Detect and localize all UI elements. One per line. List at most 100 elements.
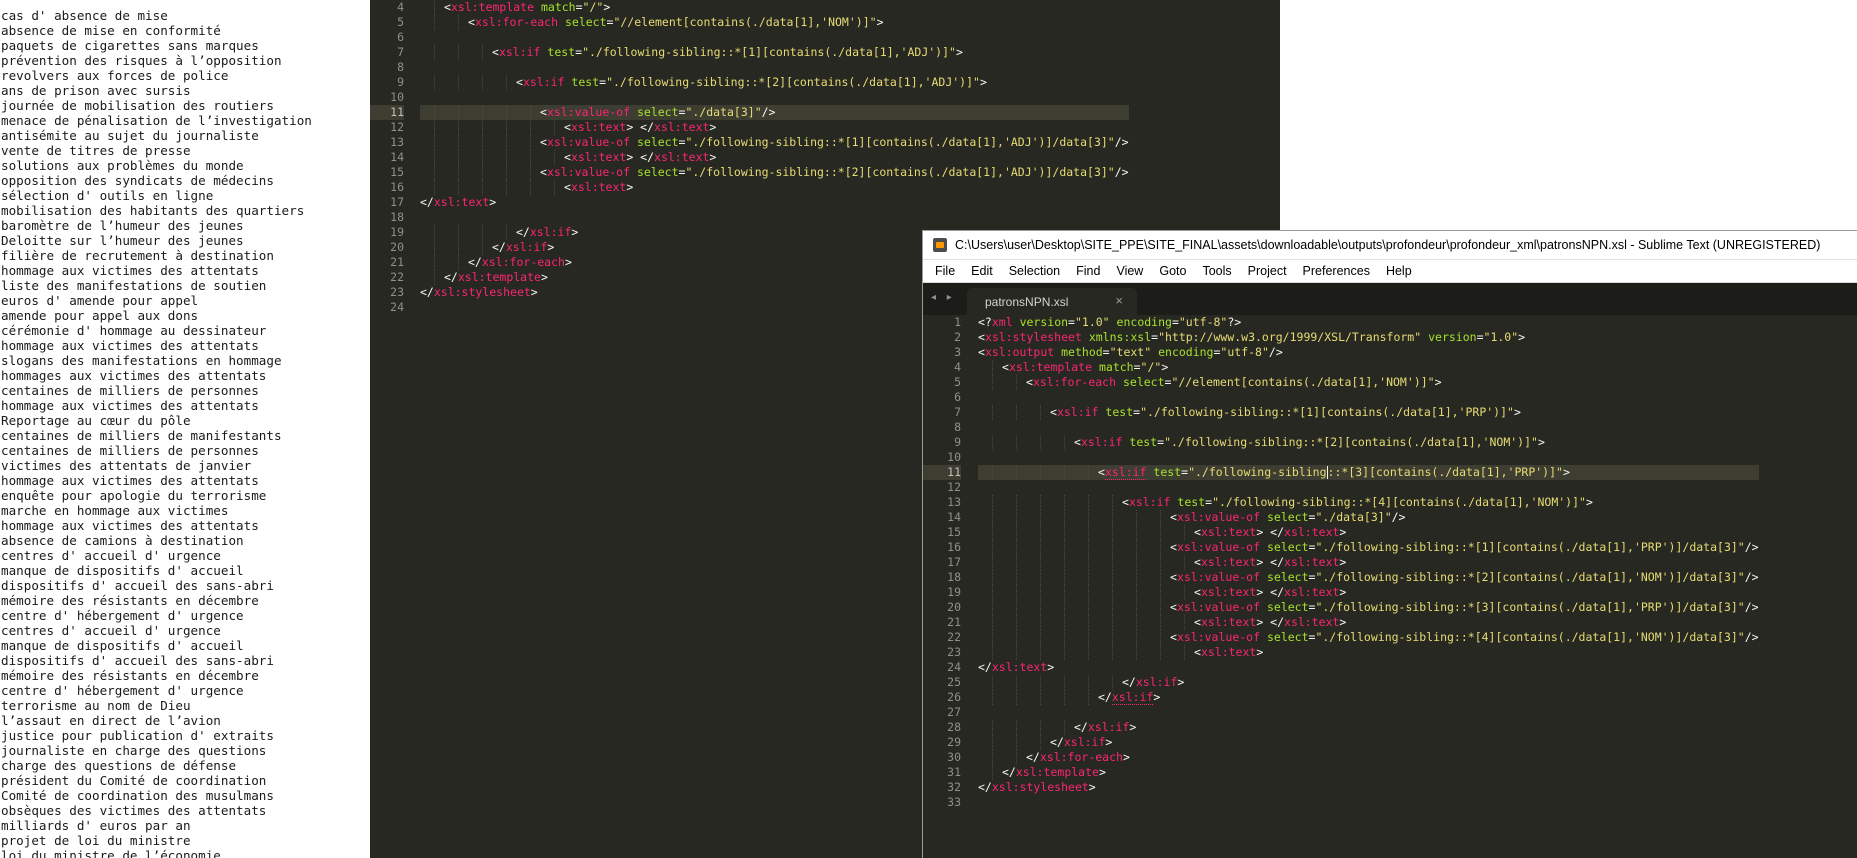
menu-preferences[interactable]: Preferences — [1295, 264, 1378, 278]
indent-guide — [482, 75, 483, 90]
menu-find[interactable]: Find — [1068, 264, 1108, 278]
menu-goto[interactable]: Goto — [1151, 264, 1194, 278]
indent-guide — [1064, 465, 1065, 480]
indent-guide — [1016, 525, 1017, 540]
code-line[interactable] — [420, 30, 1129, 45]
code-area[interactable]: <?xml version="1.0" encoding="utf-8"?> <x… — [978, 315, 1759, 810]
code-line[interactable]: <xsl:value-of select="./following-siblin… — [978, 570, 1759, 585]
code-line[interactable]: </xsl:if> — [978, 735, 1759, 750]
code-line[interactable]: <xsl:if test="./following-sibling::*[4][… — [978, 495, 1759, 510]
indent-guide — [1040, 630, 1041, 645]
code-token: xsl:if — [1087, 720, 1130, 734]
indent-guide — [992, 675, 993, 690]
menu-tools[interactable]: Tools — [1194, 264, 1239, 278]
code-line[interactable]: <xsl:if test="./following-sibling::*[2][… — [420, 75, 1129, 90]
code-line[interactable]: <xsl:text> </xsl:text> — [978, 555, 1759, 570]
code-line[interactable]: <xsl:text> — [420, 180, 1129, 195]
code-line[interactable]: </xsl:text> — [420, 195, 1129, 210]
output-line: journée de mobilisation des routiers — [1, 98, 274, 113]
code-line[interactable]: </xsl:template> — [978, 765, 1759, 780]
code-line[interactable]: <xsl:value-of select="./following-siblin… — [978, 540, 1759, 555]
code-line[interactable] — [978, 795, 1759, 810]
code-line[interactable]: </xsl:for-each> — [978, 750, 1759, 765]
code-line[interactable]: </xsl:if> — [978, 690, 1759, 705]
code-line[interactable]: <xsl:for-each select="//element[contains… — [978, 375, 1759, 390]
code-line[interactable] — [978, 705, 1759, 720]
indent-guide — [992, 510, 993, 525]
output-line: terrorisme au nom de Dieu — [1, 698, 191, 713]
menu-project[interactable]: Project — [1240, 264, 1295, 278]
code-line[interactable]: <xsl:text> </xsl:text> — [420, 120, 1129, 135]
code-token: select — [1266, 510, 1309, 524]
code-line[interactable] — [978, 450, 1759, 465]
code-line[interactable] — [978, 480, 1759, 495]
code-line[interactable]: <xsl:if test="./following-sibling::*[1][… — [978, 405, 1759, 420]
code-token: xsl:value-of — [1176, 510, 1261, 524]
code-line[interactable]: </xsl:if> — [978, 720, 1759, 735]
menu-selection[interactable]: Selection — [1001, 264, 1068, 278]
code-line[interactable]: <xsl:text> — [978, 645, 1759, 660]
code-token: /> — [1744, 630, 1759, 644]
menu-view[interactable]: View — [1108, 264, 1151, 278]
code-token: > — [564, 255, 572, 269]
code-line[interactable]: <xsl:text> </xsl:text> — [978, 615, 1759, 630]
code-line[interactable]: </xsl:stylesheet> — [978, 780, 1759, 795]
code-line[interactable]: <xsl:value-of select="./following-siblin… — [978, 630, 1759, 645]
code-line[interactable]: <xsl:value-of select="./data[3]"/> — [420, 105, 1129, 120]
sublime-window[interactable]: C:\Users\user\Desktop\SITE_PPE\SITE_FINA… — [922, 230, 1857, 858]
code-line[interactable]: <xsl:template match="/"> — [420, 0, 1129, 15]
code-token: > — [709, 150, 717, 164]
indent-guide — [506, 135, 507, 150]
indent-guide — [1160, 645, 1161, 660]
code-line[interactable]: <xsl:stylesheet xmlns:xsl = "http://www.w3… — [978, 330, 1759, 345]
code-line[interactable]: <?xml version="1.0" encoding="utf-8"?> — [978, 315, 1759, 330]
code-line[interactable] — [420, 210, 1129, 225]
code-line[interactable]: <xsl:template match="/"> — [978, 360, 1759, 375]
code-token: < — [1074, 435, 1081, 449]
code-line[interactable]: <xsl:value-of select="./following-siblin… — [978, 600, 1759, 615]
menu-edit[interactable]: Edit — [963, 264, 1001, 278]
code-line[interactable]: <xsl:if test="./following-sibling::*[1][… — [420, 45, 1129, 60]
title-bar[interactable]: C:\Users\user\Desktop\SITE_PPE\SITE_FINA… — [923, 231, 1857, 260]
code-line[interactable] — [978, 390, 1759, 405]
indent-guide — [1136, 630, 1137, 645]
indent-guide — [482, 105, 483, 120]
tab-nav-arrows-icon[interactable]: ◂ ▸ — [931, 292, 956, 303]
code-token: > — [1434, 375, 1442, 389]
code-token: > — [547, 240, 555, 254]
code-line[interactable] — [420, 60, 1129, 75]
code-token: > — [1161, 360, 1169, 374]
code-line[interactable]: <xsl:value-of select="./data[3]"/> — [978, 510, 1759, 525]
tab-patronsNPN[interactable]: patronsNPN.xsl × — [967, 288, 1137, 315]
code-token: > — [1585, 495, 1593, 509]
code-line[interactable]: <xsl:text> </xsl:text> — [420, 150, 1129, 165]
output-line: centaines de milliers de manifestants — [1, 428, 282, 443]
code-token: xsl:text — [1284, 615, 1340, 629]
output-line: président du Comité de coordination — [1, 773, 267, 788]
code-token: xsl:text — [570, 150, 627, 164]
line-number: 14 — [390, 150, 404, 164]
code-line[interactable]: <xsl:text> </xsl:text> — [978, 585, 1759, 600]
code-line[interactable]: <xsl:if test="./following-sibling::*[2][… — [978, 435, 1759, 450]
code-line[interactable]: <xsl:for-each select="//element[contains… — [420, 15, 1129, 30]
code-token: "./following-sibling::*[2][contains(./da… — [1315, 570, 1745, 584]
indent-guide — [434, 15, 435, 30]
code-line[interactable]: </xsl:text> — [978, 660, 1759, 675]
code-line[interactable]: <xsl:value-of select="./following-siblin… — [420, 165, 1129, 180]
code-line[interactable]: <xsl:value-of select="./following-siblin… — [420, 135, 1129, 150]
editor-front[interactable]: 1 2 3 4 5 6 7 8 9 10 11 12 13 14 15 16 17 18 19 20 21 22 23 24 2… — [923, 315, 1857, 858]
code-line[interactable]: <xsl:output method="text" encoding="utf-… — [978, 345, 1759, 360]
line-number: 3 — [954, 345, 961, 359]
indent-guide — [482, 165, 483, 180]
code-line[interactable] — [420, 90, 1129, 105]
code-line[interactable]: <xsl:if test="./following-sibling::*[3][… — [978, 465, 1759, 480]
menu-file[interactable]: File — [927, 264, 963, 278]
close-icon[interactable]: × — [1115, 293, 1123, 308]
code-line[interactable] — [978, 420, 1759, 435]
menu-help[interactable]: Help — [1378, 264, 1420, 278]
indent-guide — [992, 360, 993, 375]
code-line[interactable]: <xsl:text> </xsl:text> — [978, 525, 1759, 540]
indent-guide — [1088, 495, 1089, 510]
code-line[interactable]: </xsl:if> — [978, 675, 1759, 690]
indent-guide — [992, 615, 993, 630]
